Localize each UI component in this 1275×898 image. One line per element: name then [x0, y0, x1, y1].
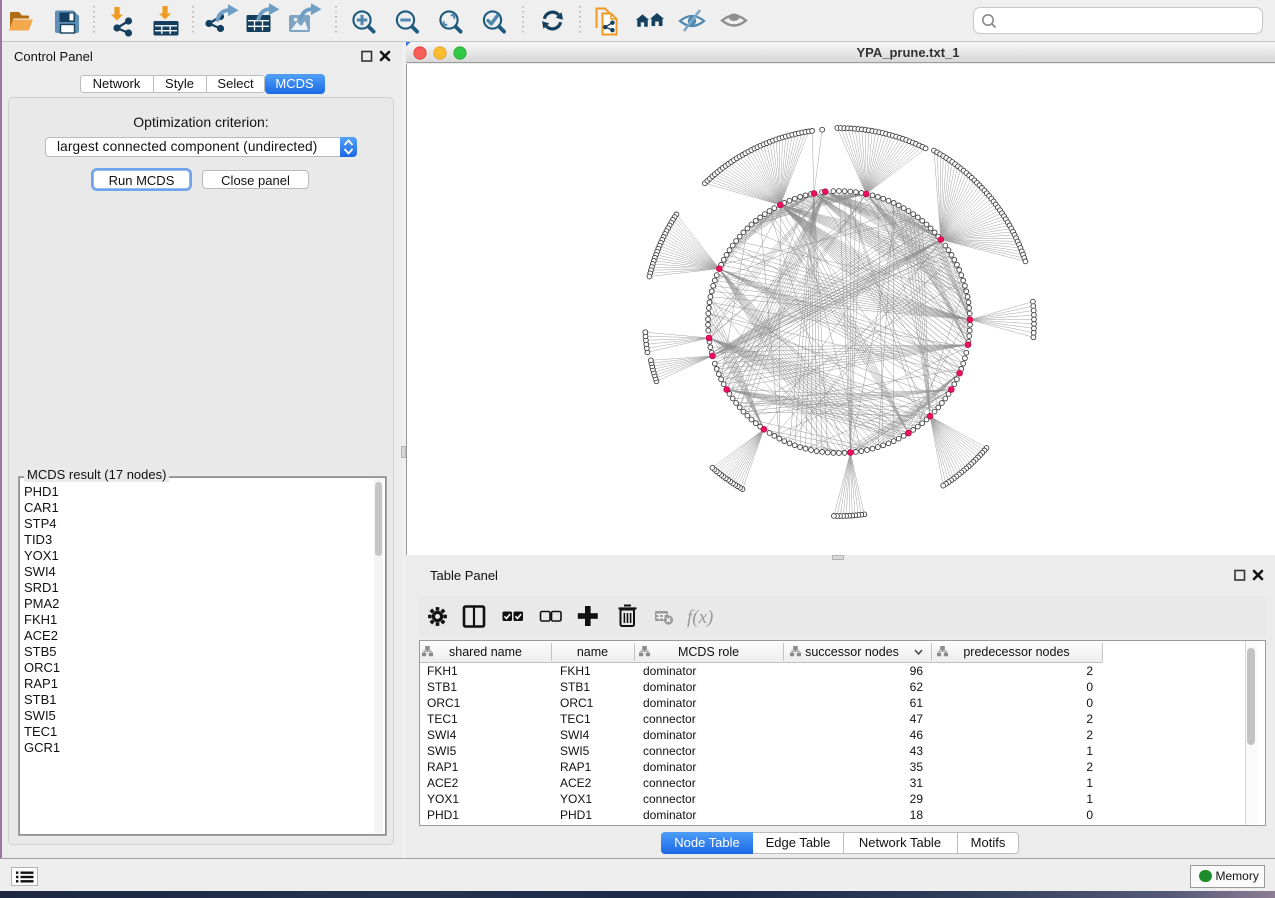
- svg-text:f(x): f(x): [687, 607, 713, 628]
